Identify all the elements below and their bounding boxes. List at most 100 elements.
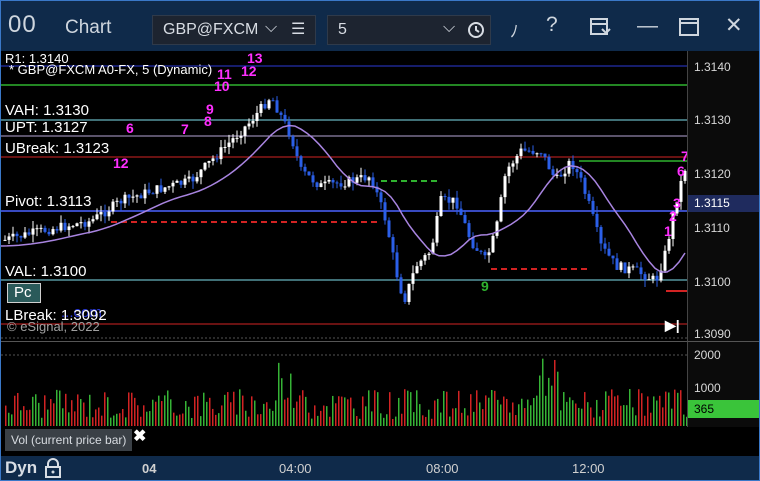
study-pill[interactable]: Vol (current price bar) (5, 429, 133, 451)
price-axis[interactable]: 1.3140 1.3130 1.3120 1.3110 1.3100 1.309… (687, 51, 759, 341)
volume-bar (224, 394, 226, 427)
volume-bar (374, 390, 376, 427)
volume-bar (146, 411, 148, 427)
maximize-icon[interactable] (679, 18, 699, 36)
lock-icon[interactable] (44, 458, 62, 478)
candle (343, 186, 347, 188)
candle (127, 194, 131, 198)
candle (495, 221, 499, 236)
candle (7, 236, 11, 240)
symbol-selector[interactable]: GBP@FXCM ⌵ ☰ (152, 15, 316, 45)
minimize-icon[interactable]: — (637, 14, 658, 38)
volume-bar (275, 400, 277, 427)
volume-bar (581, 408, 583, 427)
candle (403, 293, 407, 302)
volume-bar (608, 395, 610, 427)
volume-bar (623, 405, 625, 427)
candle (71, 226, 75, 228)
time-axis[interactable]: Dyn 04 04:00 08:00 12:00 (1, 456, 759, 480)
volume-bar (626, 405, 628, 427)
volume-axis[interactable]: 2000 1000 365 (687, 341, 759, 427)
draw-tool-icon[interactable]: ﾉ (510, 17, 519, 42)
candle (239, 135, 243, 138)
candle (583, 177, 587, 194)
candle (395, 252, 399, 278)
candle (39, 227, 43, 229)
menu-icon[interactable]: ☰ (291, 19, 305, 39)
interval-selector[interactable]: 5 ⌵ (327, 15, 491, 45)
pc-button[interactable]: Pc (7, 283, 41, 303)
volume-panel[interactable] (1, 341, 688, 427)
app-icon[interactable]: 00 (8, 11, 37, 39)
candle (171, 182, 175, 187)
clock-icon[interactable] (466, 20, 486, 40)
candle (483, 251, 487, 256)
template-icon[interactable] (589, 17, 611, 37)
candle (287, 121, 291, 137)
candle (479, 250, 483, 252)
candle (643, 274, 647, 280)
volume-bar (323, 405, 325, 427)
volume-bar (500, 404, 502, 427)
close-icon[interactable]: ✕ (725, 13, 743, 38)
volume-bar (506, 398, 508, 427)
volume-bar (620, 405, 622, 427)
candle (175, 180, 179, 183)
volume-bar (539, 375, 541, 427)
volume-bar (464, 408, 466, 427)
candle (463, 215, 467, 224)
dynamic-mode-label[interactable]: Dyn (5, 458, 37, 478)
close-study-icon[interactable]: ✖ (133, 426, 146, 446)
candle (31, 228, 35, 235)
candle (559, 174, 563, 177)
candle (575, 169, 579, 173)
candle (99, 212, 103, 215)
upt-label: UPT: 1.3127 (5, 119, 88, 136)
volume-bar (251, 396, 253, 427)
candle (443, 196, 447, 198)
volume-bar (650, 412, 652, 427)
candle (339, 183, 343, 187)
candle (363, 175, 367, 181)
candle (591, 200, 595, 214)
chevron-down-icon[interactable]: ⌵ (265, 19, 277, 37)
candle (227, 142, 231, 147)
volume-bar (368, 390, 370, 427)
candle (523, 148, 527, 151)
volume-bar (320, 410, 322, 427)
candle (515, 155, 519, 164)
volume-bar (308, 412, 310, 427)
candle (151, 193, 155, 195)
symbol-value[interactable]: GBP@FXCM (163, 21, 258, 39)
volume-bar (281, 378, 283, 427)
candle (247, 123, 251, 127)
price-chart[interactable]: 67891011121312123679 R1: 1.3140 * GBP@FX… (1, 50, 689, 341)
volume-bar (542, 358, 544, 427)
interval-value[interactable]: 5 (338, 21, 347, 39)
volume-bar (314, 405, 316, 427)
volume-bar (89, 394, 91, 427)
volume-bar (68, 412, 70, 427)
volume-bar (452, 408, 454, 427)
candle (499, 197, 503, 222)
volume-bar (362, 396, 364, 427)
price-chart-canvas[interactable]: 67891011121312123679 (1, 50, 689, 341)
volume-bar (617, 395, 619, 427)
volume-bar (332, 395, 334, 427)
volume-bar (32, 396, 34, 427)
volume-bar (44, 395, 46, 427)
price-tick: 1.3120 (694, 167, 731, 181)
volume-bar (173, 412, 175, 427)
volume-bar (338, 396, 340, 427)
volume-bar (557, 371, 559, 427)
scroll-to-end-icon[interactable]: ▶| (665, 317, 680, 334)
candle (95, 214, 99, 220)
volume-bar (134, 397, 136, 427)
current-volume-badge: 365 (688, 400, 759, 418)
candle (91, 219, 95, 222)
candle (255, 112, 259, 122)
help-icon[interactable]: ? (546, 13, 558, 37)
chevron-down-icon[interactable]: ⌵ (443, 19, 455, 37)
candle (191, 176, 195, 182)
candle (475, 248, 479, 251)
